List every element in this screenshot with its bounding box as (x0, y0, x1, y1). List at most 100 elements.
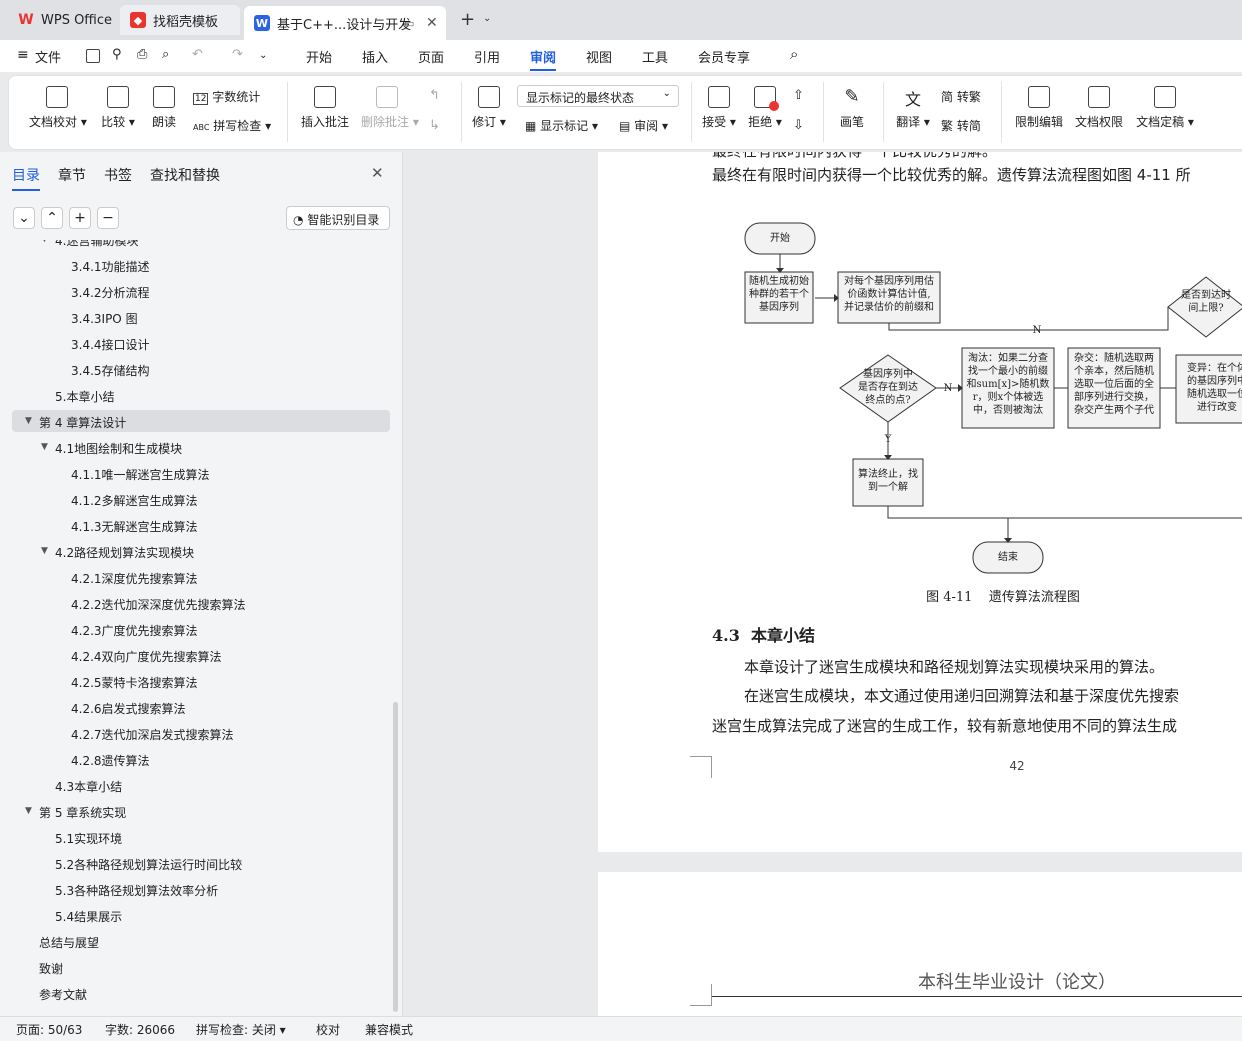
toc-item-label: 总结与展望 (39, 936, 100, 950)
word-count-label: 字数统计 (212, 90, 261, 104)
doc-finalize-button[interactable]: 文档定稿 ▾ (1133, 86, 1197, 130)
tab-document[interactable]: W 基于C++...设计与开发 ▭ ✕ (244, 6, 446, 40)
toc-item-label: 第 4 章算法设计 (39, 416, 127, 430)
chevron-down-icon[interactable]: ⌄ (483, 13, 491, 24)
sidebar-scrollbar[interactable] (393, 702, 398, 1012)
spell-check-button[interactable]: ABC 拼写检查 ▾ (193, 117, 271, 134)
revise-button[interactable]: 修订 ▾ (469, 86, 509, 130)
close-tab-icon[interactable]: ✕ (426, 15, 438, 31)
markup-select[interactable]: 显示标记的最终状态 ⌄ (517, 85, 679, 107)
smart-toc-button[interactable]: ◔ 智能识别目录 (286, 206, 390, 230)
menu-view[interactable]: 视图 (586, 47, 612, 66)
pen-icon: ✎ (844, 86, 860, 107)
toc-item[interactable] (12, 358, 390, 380)
sidebar-tab-bookmarks[interactable]: 书签 (104, 165, 132, 185)
doc-check-button[interactable]: 文档校对 ▾ (29, 86, 87, 130)
smart-toc-label: 智能识别目录 (307, 213, 380, 227)
restrict-edit-button[interactable]: 限制编辑 (1011, 86, 1067, 130)
menu-reference[interactable]: 引用 (474, 47, 500, 66)
read-aloud-button[interactable]: 朗读 (149, 86, 179, 130)
toc-item[interactable] (12, 488, 390, 510)
tab-label: 找稻壳模板 (153, 14, 219, 30)
print-preview-icon[interactable]: ⌕ (162, 47, 169, 62)
toc-item[interactable] (12, 566, 390, 588)
show-markup-button[interactable]: ▦ 显示标记 ▾ (525, 117, 598, 134)
collapse-chevron-icon[interactable]: ⌄ (13, 207, 35, 229)
doc-rights-label: 文档权限 (1074, 115, 1123, 129)
tab-template[interactable]: ◆ 找稻壳模板 (120, 5, 240, 35)
next-change-icon[interactable]: ⇩ (793, 118, 804, 133)
print-icon[interactable]: ⎙ (137, 47, 147, 62)
undo-icon[interactable]: ↶ (192, 47, 203, 62)
flow-node-init: 随机生成初始 种群的若干个 基因序列 (749, 276, 809, 313)
review-pane-button[interactable]: ▤ 审阅 ▾ (619, 117, 668, 134)
expand-arrow-icon[interactable]: ▼ (41, 546, 48, 556)
tab-bar: W WPS Office ◆ 找稻壳模板 W 基于C++...设计与开发 ▭ ✕… (0, 0, 1242, 40)
spell-check-icon: ABC (193, 123, 210, 132)
show-markup-label: 显示标记 (540, 119, 589, 133)
flow-decision-time: 是否到达时 间上限? (1181, 290, 1231, 314)
proof-indicator[interactable]: 校对 (316, 1021, 340, 1038)
menu-page[interactable]: 页面 (418, 47, 444, 66)
expand-arrow-icon[interactable]: ▼ (41, 240, 48, 244)
to-simplified-button[interactable]: 繁 转简 (941, 117, 981, 134)
share-icon[interactable]: ⚲ (112, 47, 122, 62)
remove-heading-icon[interactable]: − (97, 207, 119, 229)
toc-item-label: 5.本章小结 (55, 390, 115, 404)
toc-item[interactable] (12, 514, 390, 536)
menu-insert[interactable]: 插入 (362, 47, 388, 66)
tab-wps-office[interactable]: W WPS Office (8, 5, 116, 35)
insert-comment-button[interactable]: 插入批注 (299, 86, 351, 130)
hamburger-icon[interactable]: ≡ (17, 47, 29, 63)
save-icon[interactable] (86, 49, 100, 63)
toc-item[interactable] (12, 618, 390, 640)
to-traditional-button[interactable]: 简 转繁 (941, 88, 981, 105)
toc-item-label: 4.迷宫辅助模块 (55, 240, 139, 248)
toc-item[interactable] (12, 670, 390, 692)
menu-tools[interactable]: 工具 (642, 47, 668, 66)
menu-start[interactable]: 开始 (306, 47, 332, 66)
delete-comment-button[interactable]: 删除批注 ▾ (361, 86, 419, 130)
pen-button[interactable]: ✎ 画笔 (835, 86, 869, 130)
toc-item-label: 4.3本章小结 (55, 780, 123, 794)
doc-rights-button[interactable]: 文档权限 (1071, 86, 1127, 130)
sidebar-tab-toc[interactable]: 目录 (12, 165, 40, 191)
toc-item[interactable] (12, 696, 390, 718)
toc-item[interactable] (12, 748, 390, 770)
word-count-button[interactable]: 12 字数统计 (193, 88, 260, 105)
search-icon[interactable]: ⌕ (790, 45, 798, 63)
toc-item[interactable] (12, 280, 390, 302)
redo-icon[interactable]: ↷ (232, 47, 243, 62)
reject-button[interactable]: 拒绝 ▾ (745, 86, 785, 130)
expand-arrow-icon[interactable]: ▼ (41, 442, 48, 452)
sidebar-tab-find-replace[interactable]: 查找和替换 (150, 165, 220, 185)
expand-arrow-icon[interactable]: ▼ (25, 806, 32, 816)
word-count-indicator[interactable]: 字数: 26066 (105, 1021, 175, 1038)
page-indicator[interactable]: 页面: 50/63 (16, 1021, 82, 1038)
spell-check-indicator[interactable]: 拼写检查: 关闭 ▾ (196, 1021, 286, 1038)
accept-button[interactable]: 接受 ▾ (699, 86, 739, 130)
sidebar-tab-chapters[interactable]: 章节 (58, 165, 86, 185)
next-comment-icon[interactable]: ↳ (429, 118, 440, 133)
window-icon[interactable]: ▭ (404, 17, 414, 30)
toc-item[interactable] (12, 956, 390, 978)
compare-button[interactable]: 比较 ▾ (97, 86, 139, 130)
expand-chevron-icon[interactable]: ⌃ (41, 207, 63, 229)
toc-item-label: 4.2.7迭代加深启发式搜索算法 (71, 728, 234, 742)
menu-member[interactable]: 会员专享 (698, 47, 750, 66)
toc-item[interactable] (12, 306, 390, 328)
more-chevron-icon[interactable]: ⌄ (259, 50, 267, 61)
new-tab-icon[interactable]: + (460, 9, 475, 30)
expand-arrow-icon[interactable]: ▼ (25, 416, 32, 426)
toc-item[interactable] (12, 332, 390, 354)
toc-item[interactable] (12, 254, 390, 276)
menu-review[interactable]: 审阅 (530, 47, 557, 71)
translate-button[interactable]: 文 翻译 ▾ (893, 86, 933, 130)
prev-comment-icon[interactable]: ↰ (429, 88, 440, 103)
toc-item-label: 4.1.1唯一解迷宫生成算法 (71, 468, 210, 482)
prev-change-icon[interactable]: ⇧ (793, 88, 804, 103)
flow-start: 开始 (770, 233, 790, 244)
close-sidebar-icon[interactable]: ✕ (371, 164, 384, 182)
menu-file[interactable]: 文件 (35, 47, 61, 66)
add-heading-icon[interactable]: + (69, 207, 91, 229)
